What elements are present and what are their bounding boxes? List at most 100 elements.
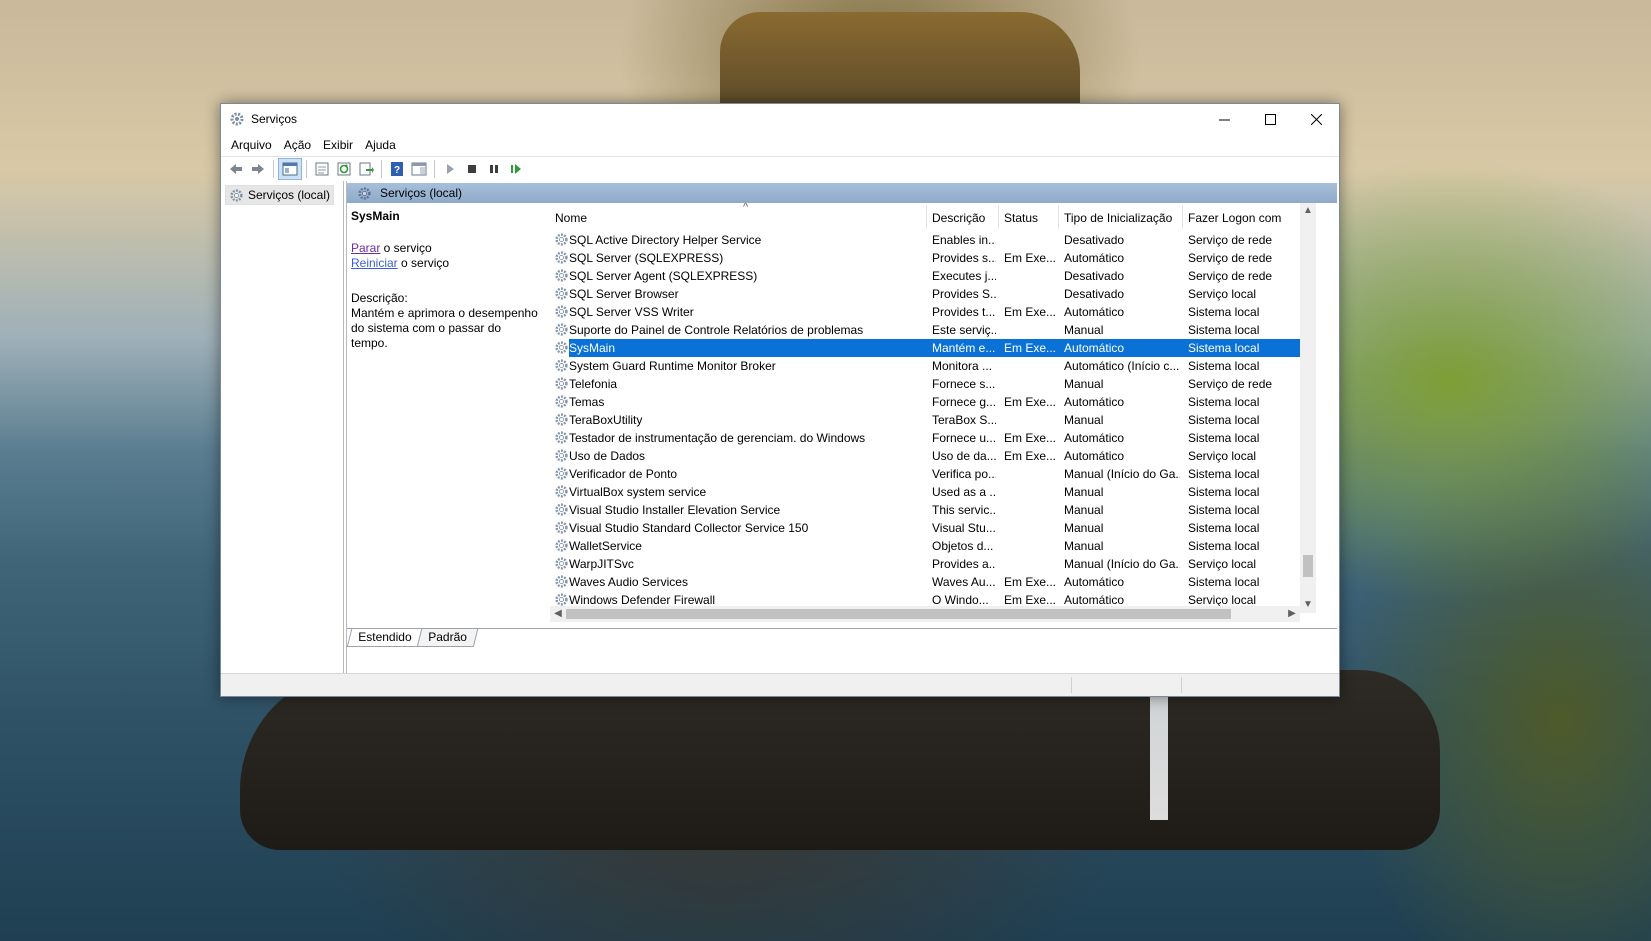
column-divider[interactable] <box>1058 205 1059 229</box>
table-row[interactable]: TeraBoxUtility TeraBox S... Manual Sistema … <box>550 411 1300 429</box>
cell-tipo-inicializacao: Manual <box>1064 539 1104 553</box>
cell-descricao: Objetos d... <box>932 539 994 553</box>
stop-service-line: Parar o serviço <box>351 241 541 256</box>
service-gear-icon <box>554 232 569 247</box>
scroll-up-icon[interactable]: ▲ <box>1300 203 1316 219</box>
show-hide-action-pane-button[interactable] <box>408 159 430 179</box>
service-gear-icon <box>554 448 569 463</box>
table-row[interactable]: Uso de Dados Uso de da... Em Exe... Automát… <box>550 447 1300 465</box>
horizontal-scroll-thumb[interactable] <box>566 609 1231 619</box>
column-divider[interactable] <box>1182 205 1183 229</box>
minimize-button[interactable] <box>1201 104 1247 134</box>
tab-strip-line <box>347 628 1337 629</box>
service-gear-icon <box>554 358 569 373</box>
service-gear-icon <box>554 556 569 571</box>
cell-fazer-logon: Serviço de rede <box>1188 233 1273 247</box>
services-list: ^ Nome Descrição Status Tipo de Iniciali… <box>550 203 1300 613</box>
cell-tipo-inicializacao: Desativado <box>1064 269 1125 283</box>
forward-button[interactable] <box>247 159 269 179</box>
cell-tipo-inicializacao: Desativado <box>1064 287 1125 301</box>
table-row[interactable]: WarpJITSvc Provides a... Manual (Início do… <box>550 555 1300 573</box>
menu-arquivo[interactable]: Arquivo <box>225 138 278 152</box>
table-row[interactable]: Waves Audio Services Waves Au... Em Exe...… <box>550 573 1300 591</box>
export-list-button[interactable] <box>355 159 377 179</box>
tree-item-label: Serviços (local) <box>248 188 331 202</box>
column-header-nome[interactable]: Nome <box>555 211 920 225</box>
cell-status: Em Exe... <box>1004 305 1056 319</box>
cell-tipo-inicializacao: Automático <box>1064 341 1125 355</box>
column-header-status[interactable]: Status <box>1004 211 1059 225</box>
column-divider[interactable] <box>926 205 927 229</box>
stop-service-link[interactable]: Parar <box>351 241 380 255</box>
show-hide-action-pane-icon <box>411 162 427 176</box>
column-header-descricao[interactable]: Descrição <box>932 211 1000 225</box>
view-tabs: Estendido Padrão <box>346 629 479 647</box>
maximize-button[interactable] <box>1247 104 1293 134</box>
cell-nome: TeraBoxUtility <box>569 413 643 427</box>
show-hide-console-tree-button[interactable] <box>278 158 302 180</box>
properties-button[interactable] <box>311 159 333 179</box>
refresh-button[interactable] <box>333 159 355 179</box>
selected-service-name: SysMain <box>351 209 400 223</box>
table-row[interactable]: System Guard Runtime Monitor Broker Monit… <box>550 357 1300 375</box>
properties-icon <box>315 162 329 176</box>
cell-descricao: Provides s... <box>932 251 996 265</box>
restart-service-link[interactable]: Reiniciar <box>351 256 398 270</box>
cell-descricao: Used as a ... <box>932 485 996 499</box>
cell-nome: SQL Server (SQLEXPRESS) <box>569 251 724 265</box>
cell-nome: Suporte do Painel de Controle Relatórios… <box>569 323 864 337</box>
close-button[interactable] <box>1293 104 1339 134</box>
cell-descricao: Provides a... <box>932 557 996 571</box>
extended-description-panel: SysMain Parar o serviço Reiniciar o serv… <box>351 209 541 351</box>
cell-descricao: Monitora ... <box>932 359 993 373</box>
restart-service-button[interactable] <box>505 159 527 179</box>
column-divider[interactable] <box>998 205 999 229</box>
table-row[interactable]: SQL Server Browser Provides S... Desativad… <box>550 285 1300 303</box>
vertical-scroll-thumb[interactable] <box>1303 555 1313 577</box>
menu-acao[interactable]: Ação <box>278 138 317 152</box>
pause-service-button[interactable] <box>483 159 505 179</box>
help-icon: ? <box>391 162 403 176</box>
table-row[interactable]: Testador de instrumentação de gerenciam.… <box>550 429 1300 447</box>
scroll-down-icon[interactable]: ▼ <box>1300 597 1316 613</box>
table-row[interactable]: SQL Server (SQLEXPRESS) Provides s... Em E… <box>550 249 1300 267</box>
table-row[interactable]: SQL Server VSS Writer Provides t... Em Exe… <box>550 303 1300 321</box>
table-row[interactable]: VirtualBox system service Used as a ... Ma… <box>550 483 1300 501</box>
cell-status: Em Exe... <box>1004 449 1056 463</box>
start-service-button[interactable] <box>439 159 461 179</box>
status-bar <box>221 673 1339 696</box>
service-gear-icon <box>554 394 569 409</box>
table-row[interactable]: WalletService Objetos d... Manual Sistema l… <box>550 537 1300 555</box>
stop-service-button[interactable] <box>461 159 483 179</box>
refresh-icon <box>337 162 351 176</box>
table-row[interactable]: Suporte do Painel de Controle Relatórios… <box>550 321 1300 339</box>
table-row[interactable]: Visual Studio Standard Collector Service… <box>550 519 1300 537</box>
cell-descricao: This servic... <box>932 503 996 517</box>
tree-item-services-local[interactable]: Serviços (local) <box>225 185 335 205</box>
table-row[interactable]: Visual Studio Installer Elevation Servic… <box>550 501 1300 519</box>
table-row[interactable]: Temas Fornece g... Em Exe... Automático Sist… <box>550 393 1300 411</box>
column-header-tipo-inicializacao[interactable]: Tipo de Inicialização <box>1064 211 1182 225</box>
back-button[interactable] <box>225 159 247 179</box>
cell-tipo-inicializacao: Manual <box>1064 485 1104 499</box>
table-row[interactable]: Verificador de Ponto Verifica po... Manual… <box>550 465 1300 483</box>
menu-bar: Arquivo Ação Exibir Ajuda <box>221 134 1339 156</box>
help-button[interactable]: ? <box>386 159 408 179</box>
menu-ajuda[interactable]: Ajuda <box>359 138 402 152</box>
table-row[interactable]: SQL Server Agent (SQLEXPRESS) Executes j.… <box>550 267 1300 285</box>
tab-estendido[interactable]: Estendido <box>346 629 423 647</box>
table-row[interactable]: Telefonia Fornece s... Manual Serviço de re… <box>550 375 1300 393</box>
table-row[interactable]: SysMain Mantém e... Em Exe... Automático Sis… <box>550 339 1300 357</box>
horizontal-scrollbar[interactable]: ◀ ▶ <box>550 606 1300 622</box>
cell-tipo-inicializacao: Automático <box>1064 395 1125 409</box>
menu-exibir[interactable]: Exibir <box>317 138 359 152</box>
cell-tipo-inicializacao: Manual <box>1064 413 1104 427</box>
table-row[interactable]: SQL Active Directory Helper Service Enabl… <box>550 231 1300 249</box>
scroll-right-icon[interactable]: ▶ <box>1284 606 1300 622</box>
vertical-scrollbar[interactable]: ▲ ▼ <box>1300 203 1316 613</box>
column-header-fazer-logon[interactable]: Fazer Logon com <box>1188 211 1300 225</box>
service-gear-icon <box>554 340 569 355</box>
tab-padrao[interactable]: Padrão <box>417 629 479 647</box>
scroll-left-icon[interactable]: ◀ <box>550 606 566 622</box>
cell-fazer-logon: Sistema local <box>1188 323 1260 337</box>
